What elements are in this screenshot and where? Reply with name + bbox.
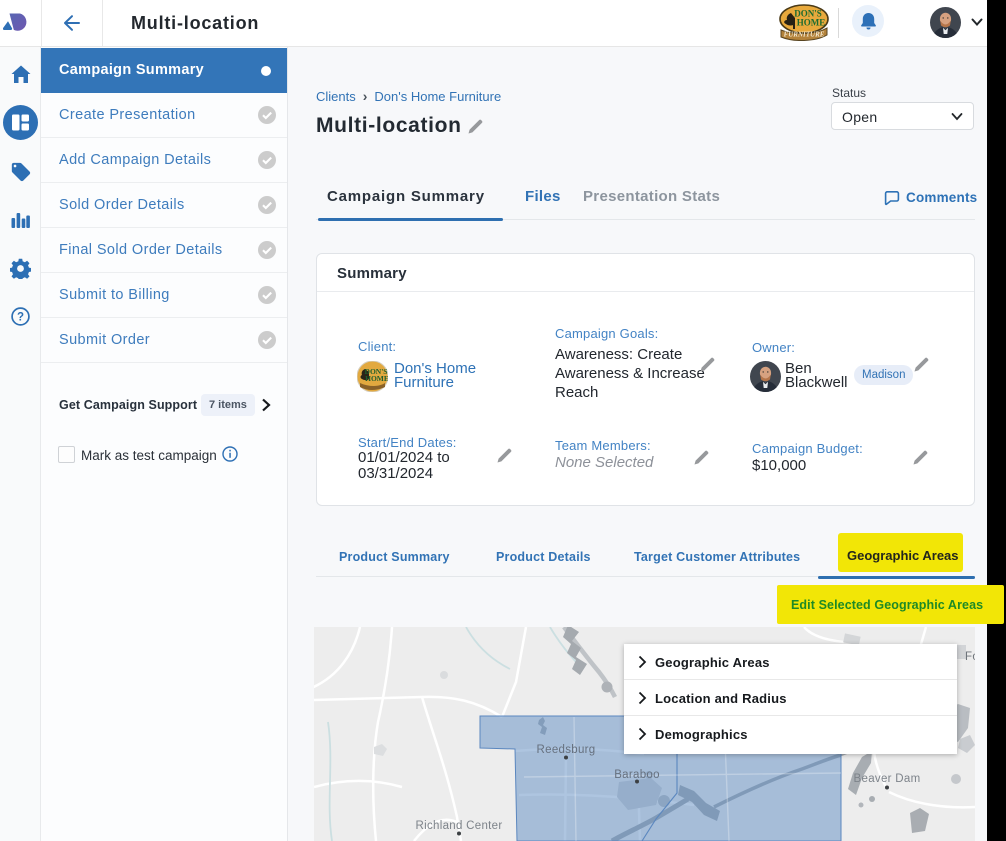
svg-text:Beaver Dam: Beaver Dam bbox=[854, 773, 921, 785]
svg-text:Reedsburg: Reedsburg bbox=[537, 744, 596, 756]
svg-text:HOME: HOME bbox=[365, 374, 388, 383]
svg-text:Baraboo: Baraboo bbox=[614, 769, 660, 781]
svg-text:Fo: Fo bbox=[965, 651, 975, 663]
svg-text:Richland Center: Richland Center bbox=[416, 820, 503, 832]
svg-text:HOME: HOME bbox=[797, 18, 826, 28]
svg-text:?: ? bbox=[17, 312, 24, 324]
svg-text:FURNITURE: FURNITURE bbox=[784, 31, 825, 39]
